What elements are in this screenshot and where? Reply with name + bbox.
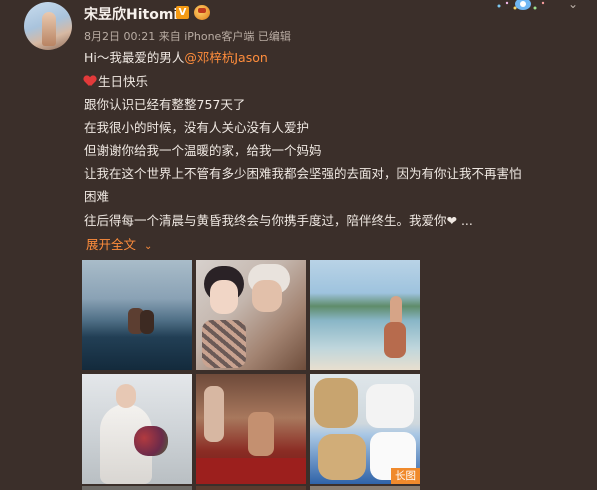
photo-thumbnail[interactable]: 长图 [310,374,420,484]
edited-label[interactable]: 已编辑 [258,30,291,43]
heart-icon [84,76,96,87]
long-image-badge: 长图 [391,468,420,484]
decorative-card-icon [497,0,545,10]
post-line-1: Hi～我最爱的男人@邓梓杭Jason [84,49,268,67]
weibo-post: 宋昱欣Hitomi V ⌄ 8月2日 00:21 来自 iPhone客户端 已编… [0,0,597,490]
post-time[interactable]: 8月2日 00:21 [84,30,155,43]
post-line-2: 生日快乐 [84,73,148,91]
photo-thumbnail[interactable] [310,486,420,490]
username[interactable]: 宋昱欣Hitomi [84,4,178,24]
verified-badge-icon: V [176,6,189,19]
vip-badge-icon[interactable] [194,5,210,20]
post-line-8: 往后得每一个清晨与黄昏我终会与你携手度过，陪伴终生。我爱你❤ ... [84,213,473,228]
post-line-5: 但谢谢你给我一个温暖的家，给我一个妈妈 [84,143,322,158]
post-line-7: 困难 [84,189,110,204]
photo-thumbnail[interactable] [82,374,192,484]
post-line-6: 让我在这个世界上不管有多少困难我都会坚强的去面对，因为有你让我不再害怕 [84,166,522,181]
avatar[interactable] [24,2,72,50]
post-line-3: 跟你认识已经有整整757天了 [84,97,246,112]
photo-thumbnail[interactable] [310,260,420,370]
post-source: 来自 iPhone客户端 [158,30,255,43]
post-line-4: 在我很小的时候，没有人关心没有人爱护 [84,120,310,135]
photo-thumbnail[interactable] [82,486,192,490]
photo-thumbnail[interactable] [196,374,306,484]
post-meta: 8月2日 00:21 来自 iPhone客户端 已编辑 [84,28,291,44]
post-text: 生日快乐 [98,74,149,89]
chevron-down-icon: ⌄ [144,241,153,252]
expand-full-text-link[interactable]: 展开全文 ⌄ [86,234,152,253]
photo-grid: 长图 [82,260,422,490]
post-menu-chevron-icon[interactable]: ⌄ [568,0,580,10]
photo-thumbnail[interactable] [196,260,306,370]
expand-label[interactable]: 展开全文 [86,237,136,252]
mention-link[interactable]: @邓梓杭Jason [184,50,267,65]
post-text: Hi～我最爱的男人 [84,50,185,65]
photo-thumbnail[interactable] [82,260,192,370]
photo-thumbnail[interactable] [196,486,306,490]
